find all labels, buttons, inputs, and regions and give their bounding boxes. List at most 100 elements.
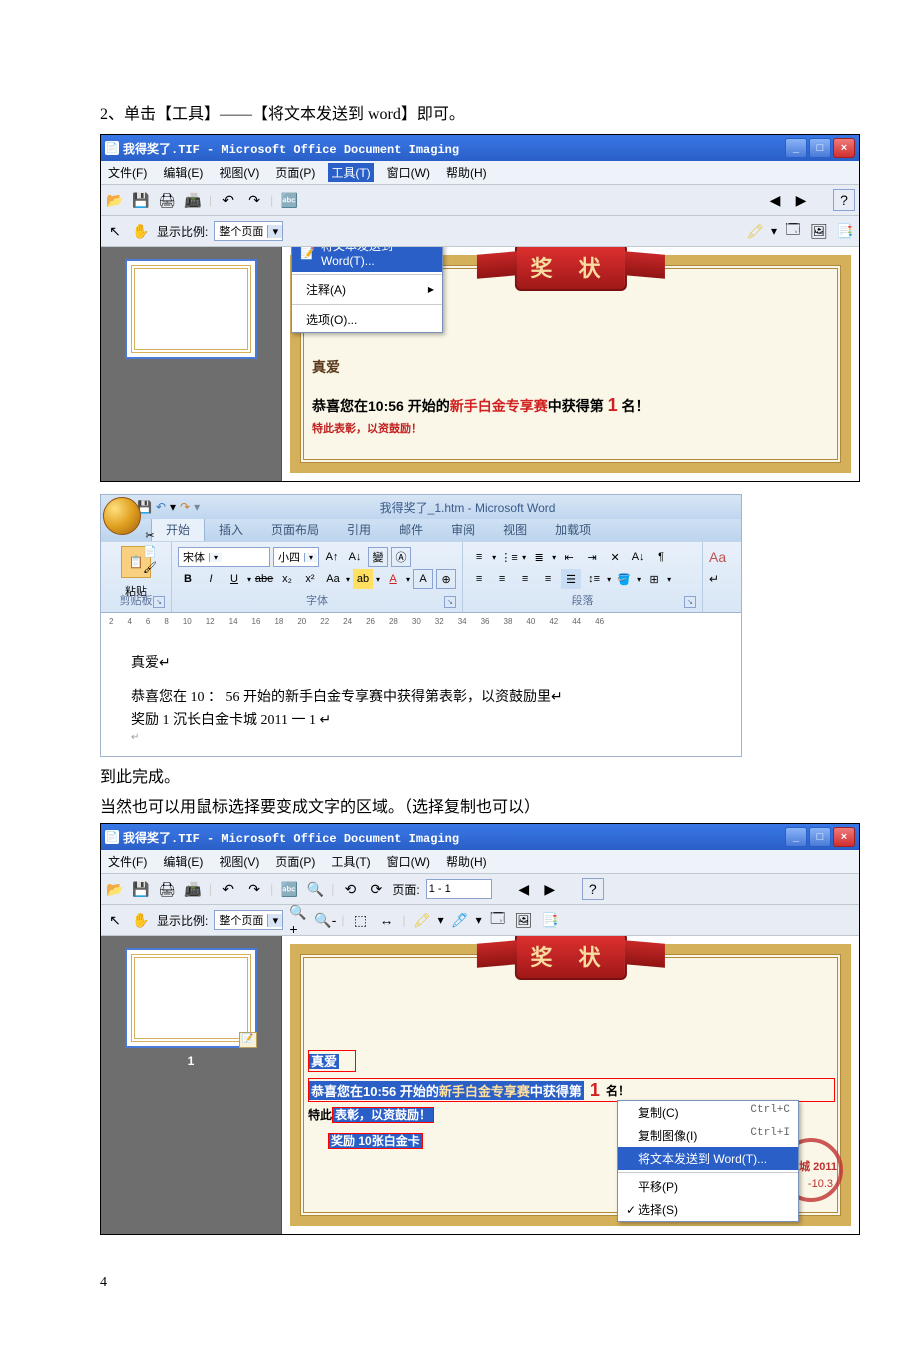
- asian-layout-icon[interactable]: ✕: [605, 547, 625, 567]
- ctx-send-to-word[interactable]: 将文本发送到 Word(T)...: [618, 1147, 798, 1170]
- fit-width-icon[interactable]: ↔: [376, 910, 396, 930]
- prev-page-icon[interactable]: ◀: [765, 190, 785, 210]
- scan-icon[interactable]: 📠: [183, 190, 203, 210]
- hand-icon[interactable]: ✋: [131, 221, 151, 241]
- ocr-icon[interactable]: 🔤: [279, 190, 299, 210]
- tab-addin[interactable]: 加载项: [541, 518, 605, 541]
- tab-layout[interactable]: 页面布局: [257, 518, 333, 541]
- indent-inc-icon[interactable]: ⇥: [582, 547, 602, 567]
- menu-tools[interactable]: 工具(T): [328, 163, 373, 182]
- menu-page[interactable]: 页面(P): [272, 163, 318, 182]
- prev-page-icon[interactable]: ◀: [514, 879, 534, 899]
- save-icon[interactable]: 💾: [131, 879, 151, 899]
- menu-file[interactable]: 文件(F): [105, 852, 150, 871]
- tools-send-to-word[interactable]: 📝将文本发送到 Word(T)...: [292, 247, 442, 272]
- font-size-select[interactable]: 小四▾: [273, 547, 319, 567]
- find-icon[interactable]: 🔍: [305, 879, 325, 899]
- print-icon[interactable]: 🖨: [157, 879, 177, 899]
- line-spacing-icon[interactable]: ↕≡: [584, 569, 604, 589]
- ocr-icon[interactable]: 🔤: [279, 879, 299, 899]
- menu-tools[interactable]: 工具(T): [328, 852, 373, 871]
- menu-window[interactable]: 窗口(W): [384, 163, 433, 182]
- maximize-button[interactable]: □: [809, 827, 831, 847]
- menu-window[interactable]: 窗口(W): [384, 852, 433, 871]
- scan-icon[interactable]: 📠: [183, 879, 203, 899]
- textbox-icon[interactable]: 🗔: [488, 910, 508, 930]
- maximize-button[interactable]: □: [809, 138, 831, 158]
- textbox-icon[interactable]: 🗔: [783, 221, 803, 241]
- char-border-icon[interactable]: A: [413, 569, 433, 589]
- tab-insert[interactable]: 插入: [205, 518, 257, 541]
- tools-annotate[interactable]: 注释(A): [292, 277, 442, 302]
- change-case-icon[interactable]: Aa: [323, 569, 343, 589]
- align-left-icon[interactable]: ≡: [469, 569, 489, 589]
- minimize-button[interactable]: _: [785, 827, 807, 847]
- align-center-icon[interactable]: ≡: [492, 569, 512, 589]
- tab-review[interactable]: 审阅: [437, 518, 489, 541]
- open-icon[interactable]: 📂: [105, 190, 125, 210]
- align-right-icon[interactable]: ≡: [515, 569, 535, 589]
- page-thumbnail[interactable]: 📝: [125, 948, 257, 1048]
- close-button[interactable]: ×: [833, 138, 855, 158]
- menu-view[interactable]: 视图(V): [216, 852, 262, 871]
- page-thumbnail[interactable]: [125, 259, 257, 359]
- select-icon[interactable]: ↖: [105, 910, 125, 930]
- scale-select[interactable]: 整个页面▾: [214, 910, 283, 930]
- phonetic-icon[interactable]: 變: [368, 547, 388, 567]
- strike-icon[interactable]: abe: [254, 569, 274, 589]
- char-shade-icon[interactable]: ⊕: [436, 569, 456, 589]
- format-painter-icon[interactable]: 🖌: [140, 560, 160, 575]
- menu-edit[interactable]: 编辑(E): [160, 852, 206, 871]
- annotations-icon[interactable]: 📑: [540, 910, 560, 930]
- bold-icon[interactable]: B: [178, 569, 198, 589]
- rotate-left-icon[interactable]: ⟲: [340, 879, 360, 899]
- borders-icon[interactable]: ⊞: [644, 569, 664, 589]
- redo-icon[interactable]: ↷: [244, 879, 264, 899]
- image-icon[interactable]: 🖼: [809, 221, 829, 241]
- select-icon[interactable]: ↖: [105, 221, 125, 241]
- tab-mail[interactable]: 邮件: [385, 518, 437, 541]
- superscript-icon[interactable]: x²: [300, 569, 320, 589]
- scale-select[interactable]: 整个页面▾: [214, 221, 283, 241]
- multilevel-icon[interactable]: ≣: [529, 547, 549, 567]
- zoom-out-icon[interactable]: 🔍-: [315, 910, 335, 930]
- tools-options[interactable]: 选项(O)...: [292, 307, 442, 332]
- tab-view[interactable]: 视图: [489, 518, 541, 541]
- page-input[interactable]: [426, 879, 492, 899]
- minimize-button[interactable]: _: [785, 138, 807, 158]
- menu-file[interactable]: 文件(F): [105, 163, 150, 182]
- help-icon[interactable]: ?: [582, 878, 604, 900]
- qat-redo-icon[interactable]: ↷: [180, 500, 190, 514]
- subscript-icon[interactable]: x₂: [277, 569, 297, 589]
- office-button[interactable]: [103, 497, 141, 535]
- justify-icon[interactable]: ≡: [538, 569, 558, 589]
- underline-icon[interactable]: U: [224, 569, 244, 589]
- close-button[interactable]: ×: [833, 827, 855, 847]
- distribute-icon[interactable]: ☰: [561, 569, 581, 589]
- help-icon[interactable]: ?: [833, 189, 855, 211]
- grow-font-icon[interactable]: A↑: [322, 547, 342, 567]
- save-icon[interactable]: 💾: [131, 190, 151, 210]
- print-icon[interactable]: 🖨: [157, 190, 177, 210]
- menu-edit[interactable]: 编辑(E): [160, 163, 206, 182]
- ctx-select[interactable]: ✓选择(S): [618, 1198, 798, 1221]
- hand-icon[interactable]: ✋: [131, 910, 151, 930]
- ctx-copy-image[interactable]: 复制图像(I)Ctrl+I: [618, 1124, 798, 1147]
- ctx-pan[interactable]: 平移(P): [618, 1175, 798, 1198]
- rotate-right-icon[interactable]: ⟳: [366, 879, 386, 899]
- highlight-icon[interactable]: 🖍: [745, 221, 765, 241]
- open-icon[interactable]: 📂: [105, 879, 125, 899]
- shrink-font-icon[interactable]: A↓: [345, 547, 365, 567]
- next-page-icon[interactable]: ▶: [540, 879, 560, 899]
- numbering-icon[interactable]: ⋮≡: [499, 547, 519, 567]
- show-marks-icon[interactable]: ¶: [651, 547, 671, 567]
- highlight-icon[interactable]: 🖍: [412, 910, 432, 930]
- copy-icon[interactable]: 📄: [140, 544, 160, 559]
- menu-page[interactable]: 页面(P): [272, 852, 318, 871]
- shading-icon[interactable]: 🪣: [614, 569, 634, 589]
- menu-help[interactable]: 帮助(H): [443, 163, 490, 182]
- indent-dec-icon[interactable]: ⇤: [559, 547, 579, 567]
- undo-icon[interactable]: ↶: [218, 879, 238, 899]
- annotations-icon[interactable]: 📑: [835, 221, 855, 241]
- tab-ref[interactable]: 引用: [333, 518, 385, 541]
